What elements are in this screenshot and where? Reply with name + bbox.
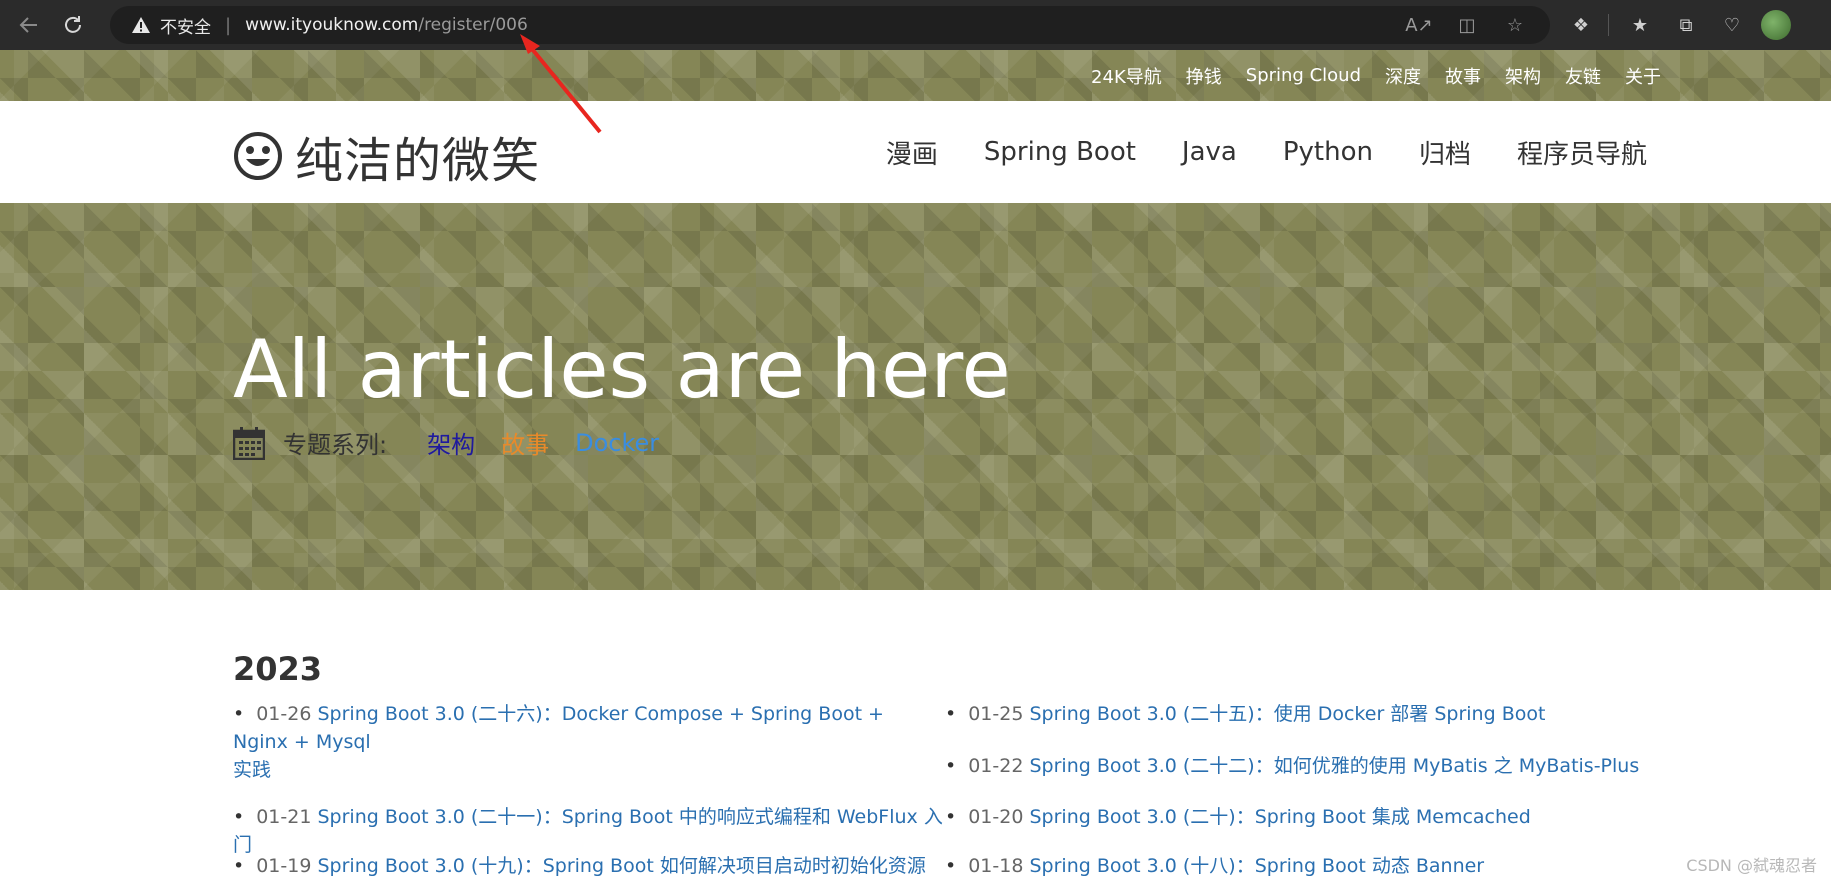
- post-date: 01-22: [968, 755, 1024, 777]
- topnav-item-depth[interactable]: 深度: [1385, 63, 1421, 89]
- watermark: CSDN @弑魂忍者: [1686, 856, 1817, 875]
- bullet: •: [233, 806, 245, 828]
- topic-architecture[interactable]: 架构: [427, 425, 475, 460]
- topnav-item-story[interactable]: 故事: [1445, 63, 1481, 89]
- site-title: 纯洁的微笑: [295, 133, 541, 189]
- split-screen-icon[interactable]: ◫: [1454, 12, 1480, 38]
- collections-icon[interactable]: ⧉: [1671, 10, 1701, 40]
- list-item: • 01-20 Spring Boot 3.0 (二十)：Spring Boot …: [945, 803, 1653, 831]
- reload-button[interactable]: [56, 8, 90, 42]
- topnav-item-spring-cloud[interactable]: Spring Cloud: [1246, 65, 1361, 86]
- post-link[interactable]: Spring Boot 3.0 (二十一)：Spring Boot 中的响应式编…: [233, 806, 943, 856]
- address-separator: |: [225, 14, 232, 36]
- post-link[interactable]: Spring Boot 3.0 (二十)：Spring Boot 集成 Memc…: [1029, 806, 1530, 828]
- insecure-label[interactable]: 不安全: [160, 13, 211, 38]
- read-aloud-icon[interactable]: A↗: [1405, 12, 1432, 38]
- list-item: • 01-18 Spring Boot 3.0 (十八)：Spring Boot …: [945, 852, 1653, 880]
- nav-java[interactable]: Java: [1182, 137, 1237, 167]
- bullet: •: [233, 855, 245, 877]
- nav-comics[interactable]: 漫画: [886, 134, 938, 171]
- topnav-item-24k[interactable]: 24K导航: [1091, 63, 1162, 89]
- favorites-icon[interactable]: ★: [1625, 10, 1655, 40]
- topnav-item-money[interactable]: 挣钱: [1186, 63, 1222, 89]
- bullet: •: [945, 755, 957, 777]
- topnav-item-architecture[interactable]: 架构: [1505, 63, 1541, 89]
- post-date: 01-21: [256, 806, 312, 828]
- list-item: • 01-21 Spring Boot 3.0 (二十一)：Spring Boot…: [233, 803, 943, 859]
- topic-story[interactable]: 故事: [501, 425, 549, 460]
- topic-series: 专题系列: 架构 故事 Docker: [233, 425, 659, 460]
- calendar-icon: [233, 426, 265, 460]
- url-path[interactable]: /register/006: [418, 15, 527, 35]
- toolbar-divider: [1608, 14, 1609, 36]
- reload-icon: [65, 16, 81, 33]
- nav-python[interactable]: Python: [1283, 137, 1373, 167]
- top-nav: 24K导航 挣钱 Spring Cloud 深度 故事 架构 友链 关于: [1091, 50, 1661, 101]
- profile-avatar[interactable]: [1761, 10, 1791, 40]
- topic-docker[interactable]: Docker: [575, 429, 659, 457]
- extensions-icon[interactable]: ❖: [1566, 10, 1596, 40]
- list-item: • 01-22 Spring Boot 3.0 (二十二)：如何优雅的使用 MyB…: [945, 752, 1653, 780]
- url-host[interactable]: www.ityouknow.com: [245, 15, 418, 35]
- nav-programmer-guide[interactable]: 程序员导航: [1517, 134, 1647, 171]
- site-header: 纯洁的微笑 漫画 Spring Boot Java Python 归档 程序员导…: [0, 101, 1831, 203]
- post-link[interactable]: Spring Boot 3.0 (二十六)：Docker Compose + S…: [233, 703, 884, 753]
- back-arrow-icon: [19, 17, 37, 33]
- post-date: 01-20: [968, 806, 1024, 828]
- topics-label: 专题系列:: [283, 431, 388, 459]
- topnav-item-about[interactable]: 关于: [1625, 63, 1661, 89]
- list-item: • 01-19 Spring Boot 3.0 (十九)：Spring Boot …: [233, 852, 943, 880]
- post-date: 01-18: [968, 855, 1024, 877]
- nav-spring-boot[interactable]: Spring Boot: [984, 137, 1136, 167]
- warning-icon[interactable]: [130, 14, 152, 36]
- health-icon[interactable]: ♡: [1717, 10, 1747, 40]
- back-button[interactable]: [12, 8, 46, 42]
- favorite-star-icon[interactable]: ☆: [1502, 12, 1528, 38]
- hero-headline: All articles are here: [233, 323, 1011, 416]
- nav-archive[interactable]: 归档: [1419, 134, 1471, 171]
- post-link[interactable]: Spring Boot 3.0 (十八)：Spring Boot 动态 Bann…: [1029, 855, 1484, 877]
- post-date: 01-19: [256, 855, 312, 877]
- post-link-continued[interactable]: 实践: [233, 759, 271, 781]
- main-nav: 漫画 Spring Boot Java Python 归档 程序员导航: [886, 101, 1647, 203]
- post-link[interactable]: Spring Boot 3.0 (二十二)：如何优雅的使用 MyBatis 之 …: [1029, 755, 1639, 777]
- site-brand[interactable]: 纯洁的微笑: [233, 121, 540, 191]
- topnav-item-links[interactable]: 友链: [1565, 63, 1601, 89]
- smiley-icon: [234, 132, 282, 180]
- address-bar[interactable]: 不安全 | www.ityouknow.com/register/006 A↗ …: [110, 6, 1550, 44]
- post-date: 01-25: [968, 703, 1024, 725]
- post-date: 01-26: [256, 703, 312, 725]
- archive-year: 2023: [233, 650, 323, 688]
- top-strip: 24K导航 挣钱 Spring Cloud 深度 故事 架构 友链 关于: [0, 50, 1831, 101]
- hero-banner: All articles are here 专题系列: 架构 故事 Docker: [0, 203, 1831, 590]
- bullet: •: [945, 855, 957, 877]
- bullet: •: [945, 806, 957, 828]
- list-item: • 01-26 Spring Boot 3.0 (二十六)：Docker Comp…: [233, 700, 943, 784]
- bullet: •: [945, 703, 957, 725]
- post-link[interactable]: Spring Boot 3.0 (二十五)：使用 Docker 部署 Sprin…: [1029, 703, 1545, 725]
- list-item: • 01-25 Spring Boot 3.0 (二十五)：使用 Docker 部…: [945, 700, 1653, 728]
- browser-toolbar: 不安全 | www.ityouknow.com/register/006 A↗ …: [0, 0, 1831, 50]
- post-link[interactable]: Spring Boot 3.0 (十九)：Spring Boot 如何解决项目启…: [317, 855, 925, 877]
- bullet: •: [233, 703, 245, 725]
